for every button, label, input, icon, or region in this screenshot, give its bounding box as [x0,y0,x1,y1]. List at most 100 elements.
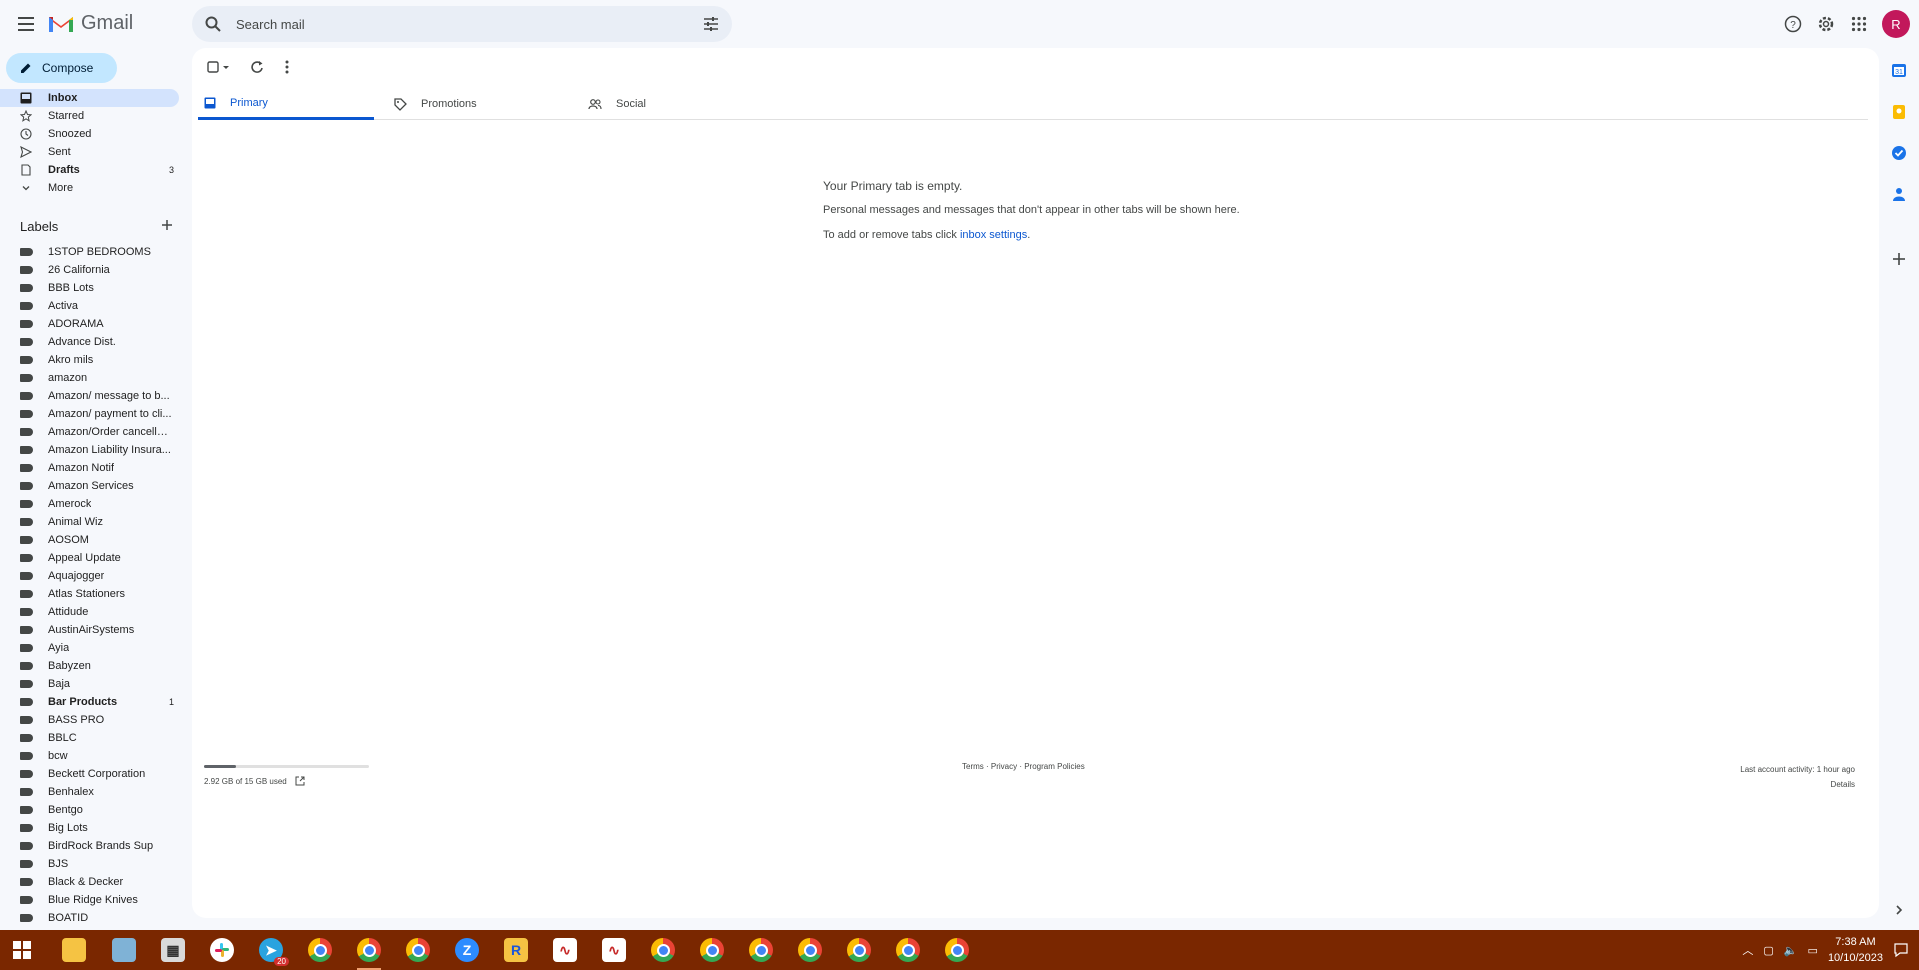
apps-grid-icon[interactable] [1847,12,1871,36]
network-icon[interactable]: ▭ [1808,944,1818,957]
chrome-icon[interactable] [896,938,920,962]
windows-start-icon[interactable] [10,938,34,962]
label-item[interactable]: BJS [0,855,178,873]
label-item[interactable]: Amazon/ message to b... [0,387,178,405]
label-item[interactable]: Amazon Notif [0,459,178,477]
label-item[interactable]: amazon [0,369,178,387]
label-item[interactable]: BOATID [0,909,178,927]
main-menu-icon[interactable] [14,12,38,36]
contacts-icon[interactable] [1891,186,1907,202]
chrome-icon[interactable] [651,938,675,962]
sidebar-item-more[interactable]: More [0,179,180,197]
tab-primary[interactable]: Primary [198,88,374,120]
search-icon[interactable] [204,15,222,33]
label-item[interactable]: ADORAMA [0,315,178,333]
storage-text: 2.92 GB of 15 GB used [204,776,287,786]
tab-promotions[interactable]: Promotions [388,88,568,120]
calculator-icon[interactable]: ▦ [161,938,185,962]
label-item[interactable]: Bar Products 1 [0,693,178,711]
tasks-icon[interactable] [1891,145,1907,161]
gmail-logo[interactable]: Gmail [47,12,133,35]
label-item[interactable]: Akro mils [0,351,178,369]
calendar-icon[interactable]: 31 [1891,62,1907,78]
compose-button[interactable]: Compose [6,53,117,83]
sidebar-item-snoozed[interactable]: Snoozed [0,125,180,143]
settings-gear-icon[interactable] [1814,12,1838,36]
label-item[interactable]: AustinAirSystems [0,621,178,639]
label-item[interactable]: Activa [0,297,178,315]
chrome-icon[interactable] [798,938,822,962]
label-name: Big Lots [48,822,88,834]
storage-meter [204,765,369,768]
chrome-icon[interactable] [749,938,773,962]
tab-social[interactable]: Social [582,88,762,120]
label-item[interactable]: BBB Lots [0,279,178,297]
more-options-icon[interactable] [278,58,296,76]
label-item[interactable]: Aquajogger [0,567,178,585]
stock-chart-icon[interactable]: ∿ [602,938,626,962]
label-item[interactable]: bcw [0,747,178,765]
label-item[interactable]: Advance Dist. [0,333,178,351]
sidebar-item-starred[interactable]: Starred [0,107,180,125]
show-hidden-icons-icon[interactable]: ︿ [1742,942,1753,958]
zoom-icon[interactable]: Z [455,938,479,962]
volume-icon[interactable]: 🔈 [1784,944,1798,957]
label-item[interactable]: Appeal Update [0,549,178,567]
label-item[interactable]: Amerock [0,495,178,513]
label-item[interactable]: Amazon Liability Insura... [0,441,178,459]
label-item[interactable]: Big Lots [0,819,178,837]
file-explorer-icon[interactable] [62,938,86,962]
notifications-icon[interactable] [1893,942,1909,958]
sidebar-item-drafts[interactable]: Drafts 3 [0,161,180,179]
label-item[interactable]: Atlas Stationers [0,585,178,603]
chrome-icon[interactable] [945,938,969,962]
rakuten-icon[interactable]: R [504,938,528,962]
get-addons-icon[interactable] [1891,251,1907,267]
search-input[interactable] [224,6,664,42]
account-avatar[interactable]: R [1882,10,1910,38]
label-item[interactable]: 26 California [0,261,178,279]
label-item[interactable]: Bentgo [0,801,178,819]
stock-chart-icon[interactable]: ∿ [553,938,577,962]
expand-panel-icon[interactable] [1891,902,1907,918]
sidebar-item-sent[interactable]: Sent [0,143,180,161]
telegram-icon[interactable]: ➤ 20 [259,938,289,966]
sidebar-item-inbox[interactable]: Inbox [0,89,179,107]
label-item[interactable]: Amazon/ payment to cli... [0,405,178,423]
label-item[interactable]: Attidude [0,603,178,621]
label-item[interactable]: AOSOM [0,531,178,549]
help-icon[interactable]: ? [1781,12,1805,36]
activity-details-link[interactable]: Details [1740,777,1855,792]
label-item[interactable]: Baja [0,675,178,693]
slack-icon[interactable] [210,938,234,962]
chrome-icon[interactable] [700,938,724,962]
select-all-checkbox[interactable] [206,58,234,76]
label-item[interactable]: Ayia [0,639,178,657]
label-item[interactable]: Black & Decker [0,873,178,891]
clock[interactable]: 7:38 AM 10/10/2023 [1828,934,1883,966]
chrome-icon[interactable] [847,938,871,962]
label-item[interactable]: Animal Wiz [0,513,178,531]
footer-links[interactable]: Terms · Privacy · Program Policies [962,762,1085,771]
label-item[interactable]: Amazon/Order cancella... [0,423,178,441]
keep-icon[interactable] [1891,104,1907,120]
label-item[interactable]: BirdRock Brands Sup [0,837,178,855]
chrome-icon[interactable] [406,938,430,962]
label-item[interactable]: 1STOP BEDROOMS [0,243,178,261]
label-item[interactable]: Babyzen [0,657,178,675]
label-item[interactable]: Benhalex [0,783,178,801]
label-item[interactable]: BASS PRO [0,711,178,729]
refresh-icon[interactable] [248,58,266,76]
search-options-icon[interactable] [702,15,720,33]
label-item[interactable]: Amazon Services [0,477,178,495]
chrome-icon[interactable] [308,938,332,962]
chrome-icon[interactable] [357,938,381,962]
add-label-icon[interactable] [160,218,174,232]
notepad-icon[interactable] [112,938,136,962]
label-item[interactable]: Beckett Corporation [0,765,178,783]
label-item[interactable]: BBLC [0,729,178,747]
inbox-settings-link[interactable]: inbox settings [960,229,1027,241]
open-external-icon[interactable] [295,776,305,786]
meet-now-icon[interactable]: ▢ [1763,944,1773,957]
label-item[interactable]: Blue Ridge Knives [0,891,178,909]
